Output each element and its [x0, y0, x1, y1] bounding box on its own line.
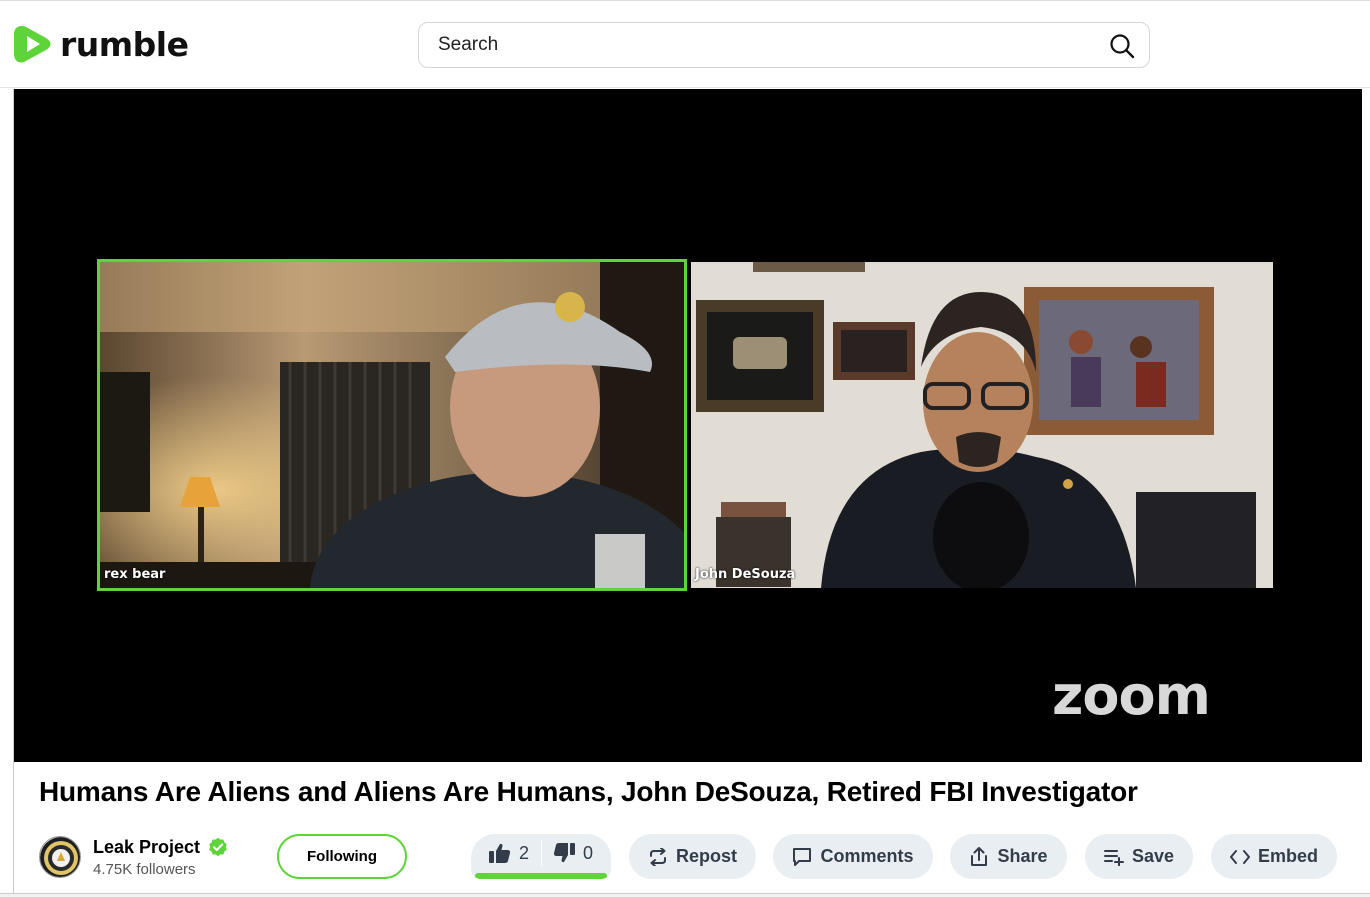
save-button[interactable]: Save	[1085, 834, 1193, 879]
avatar[interactable]	[39, 836, 81, 878]
participant-name: rex bear	[104, 567, 166, 582]
thumbs-up-icon	[489, 843, 511, 863]
repost-button[interactable]: Repost	[629, 834, 756, 879]
like-button[interactable]: 2	[489, 834, 529, 872]
search-icon[interactable]	[1109, 33, 1135, 59]
participant-tile-john-desouza: John DeSouza	[691, 262, 1273, 588]
zoom-watermark: zoom	[1052, 664, 1211, 727]
embed-label: Embed	[1257, 846, 1318, 866]
vote-divider	[541, 840, 542, 866]
channel-text: Leak Project 4.75K followers	[93, 837, 228, 878]
dislike-button[interactable]: 0	[553, 834, 593, 872]
like-ratio-bar	[475, 873, 607, 879]
participant-tile-rex-bear: rex bear	[97, 259, 687, 591]
participant-video-frame	[691, 262, 1273, 588]
video-title: Humans Are Aliens and Aliens Are Humans,…	[39, 776, 1138, 807]
top-bar: rumble	[0, 0, 1370, 88]
vote-group: 2 0	[471, 834, 611, 879]
search-input[interactable]	[420, 24, 1080, 66]
page-left-edge	[0, 89, 14, 897]
dislike-count: 0	[583, 842, 594, 863]
comment-icon	[793, 847, 812, 866]
follow-button[interactable]: Following	[277, 834, 407, 879]
rumble-play-icon	[14, 26, 51, 63]
follower-count: 4.75K followers	[93, 860, 196, 878]
participant-video-frame	[100, 262, 684, 588]
save-label: Save	[1131, 846, 1175, 866]
bottom-edge	[0, 893, 1370, 897]
comments-label: Comments	[820, 846, 914, 866]
comments-button[interactable]: Comments	[773, 834, 933, 879]
repost-icon	[649, 847, 666, 866]
channel-name-row: Leak Project	[93, 837, 228, 858]
embed-button[interactable]: Embed	[1211, 834, 1337, 879]
channel-avatar-icon	[40, 837, 80, 877]
channel-name[interactable]: Leak Project	[93, 837, 200, 858]
share-icon	[971, 846, 988, 866]
share-button[interactable]: Share	[950, 834, 1067, 879]
channel-info[interactable]: Leak Project 4.75K followers	[39, 834, 228, 880]
participant-name: John DeSouza	[695, 567, 796, 582]
code-icon	[1229, 849, 1250, 864]
playlist-add-icon	[1103, 849, 1124, 866]
share-label: Share	[997, 846, 1048, 866]
like-count: 2	[519, 842, 530, 863]
thumbs-down-icon	[553, 843, 575, 863]
logo-text: rumble	[60, 24, 189, 64]
repost-label: Repost	[675, 846, 737, 866]
video-player[interactable]: rex bear John DeSouza zoom	[14, 89, 1362, 762]
rumble-logo[interactable]: rumble	[14, 23, 189, 65]
search-box	[418, 22, 1150, 68]
verified-icon	[209, 837, 227, 857]
